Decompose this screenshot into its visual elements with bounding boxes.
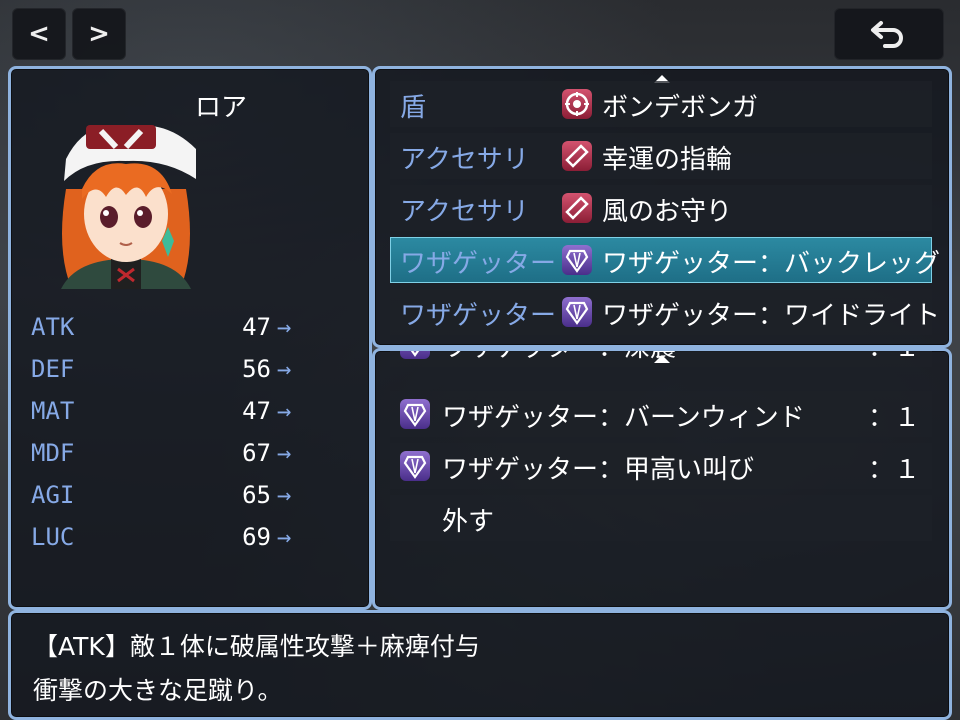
- equip-slot-window: 盾ボンデボンガ アクセサリ 幸運の指輪 アクセサリ 風のお守り ワザゲッター ワザゲッター：…: [372, 66, 952, 348]
- param-row-agi: AGI 65 →: [31, 481, 291, 521]
- param-row-luc: LUC 69 →: [31, 523, 291, 563]
- equipped-item-name: ボンデボンガ: [602, 93, 759, 123]
- param-value: 67: [242, 439, 271, 467]
- item-name: ワザゲッター：甲高い叫び: [442, 455, 755, 485]
- scroll-up-icon: [654, 355, 670, 363]
- crystal-icon: [562, 297, 592, 327]
- item-count: ：１: [867, 348, 920, 363]
- item-count: ：１: [867, 403, 920, 433]
- equip-slot-row[interactable]: アクセサリ 風のお守り: [390, 185, 932, 231]
- item-name: ワザゲッター：バーンウィンド: [442, 403, 805, 433]
- equipped-item-name: 風のお守り: [602, 197, 733, 227]
- item-list-row[interactable]: ワザゲッター：バーンウィンド ：１: [390, 391, 932, 437]
- param-arrow-icon: →: [277, 523, 292, 551]
- prev-label: <: [28, 19, 50, 49]
- equip-slot-row[interactable]: 盾 ボンデボンガ: [390, 81, 932, 127]
- item-list-row[interactable]: 外す: [390, 495, 932, 541]
- param-name: DEF: [31, 355, 75, 383]
- param-arrow-icon: →: [277, 313, 292, 341]
- param-arrow-icon: →: [277, 355, 292, 383]
- equipped-item-name: 幸運の指輪: [602, 145, 733, 175]
- prev-actor-button[interactable]: <: [12, 8, 66, 60]
- equip-slot-row[interactable]: ワザゲッター ワザゲッター：バックレッグ: [390, 237, 940, 283]
- item-list-row[interactable]: ワザゲッター：甲高い叫び ：１: [390, 443, 932, 489]
- param-arrow-icon: →: [277, 397, 292, 425]
- item-count: ：１: [867, 455, 920, 485]
- next-actor-button[interactable]: >: [72, 8, 126, 60]
- crystal-icon: [400, 399, 430, 429]
- item-name: ワザゲッター：深震: [442, 348, 677, 363]
- param-row-mdf: MDF 67 →: [31, 439, 291, 479]
- param-arrow-icon: →: [277, 481, 292, 509]
- crystal-icon: [562, 245, 592, 275]
- slot-name: ワザゲッター: [400, 301, 557, 331]
- slot-name: アクセサリ: [400, 145, 529, 175]
- shield-icon: [562, 89, 592, 119]
- item-name: 外す: [442, 507, 495, 537]
- ring-icon: [562, 141, 592, 171]
- param-value: 69: [242, 523, 271, 551]
- param-name: LUC: [31, 523, 75, 551]
- param-name: MAT: [31, 397, 75, 425]
- actor-portrait: [46, 119, 206, 289]
- param-row-def: DEF 56 →: [31, 355, 291, 395]
- undo-arrow-icon: [871, 21, 903, 48]
- equipped-item-name: ワザゲッター：バックレッグ: [602, 249, 941, 279]
- param-row-atk: ATK 47 →: [31, 313, 291, 353]
- equip-slot-row[interactable]: ワザゲッター ワザゲッター：ワイドライト: [390, 289, 940, 335]
- help-window: 【ATK】敵１体に破属性攻撃＋麻痺付与 衝撃の大きな足蹴り。: [8, 610, 952, 720]
- status-window: ロア ATK47→DEF56→MAT47→MDF67→A: [8, 66, 372, 610]
- help-line-2: 衝撃の大きな足蹴り。: [33, 676, 283, 705]
- help-line-1: 【ATK】敵１体に破属性攻撃＋麻痺付与: [33, 632, 480, 661]
- ring-icon: [562, 193, 592, 223]
- slot-name: ワザゲッター: [400, 249, 557, 279]
- equip-item-window: ワザゲッター：深震 ：１ ワザゲッター：バーンウィンド ：１ ワザゲッター：甲高い叫び ：…: [372, 348, 952, 610]
- slot-name: アクセサリ: [400, 197, 529, 227]
- crystal-icon: [400, 451, 430, 481]
- param-value: 47: [242, 313, 271, 341]
- param-row-mat: MAT 47 →: [31, 397, 291, 437]
- param-value: 56: [242, 355, 271, 383]
- param-name: AGI: [31, 481, 75, 509]
- param-name: ATK: [31, 313, 75, 341]
- equipped-item-name: ワザゲッター：ワイドライト: [602, 301, 941, 331]
- param-value: 47: [242, 397, 271, 425]
- next-label: >: [88, 19, 110, 49]
- equip-slot-row[interactable]: アクセサリ 幸運の指輪: [390, 133, 932, 179]
- param-name: MDF: [31, 439, 75, 467]
- crystal-icon: [400, 351, 430, 359]
- back-button[interactable]: [834, 8, 944, 60]
- param-arrow-icon: →: [277, 439, 292, 467]
- slot-name: 盾: [400, 93, 427, 123]
- param-value: 65: [242, 481, 271, 509]
